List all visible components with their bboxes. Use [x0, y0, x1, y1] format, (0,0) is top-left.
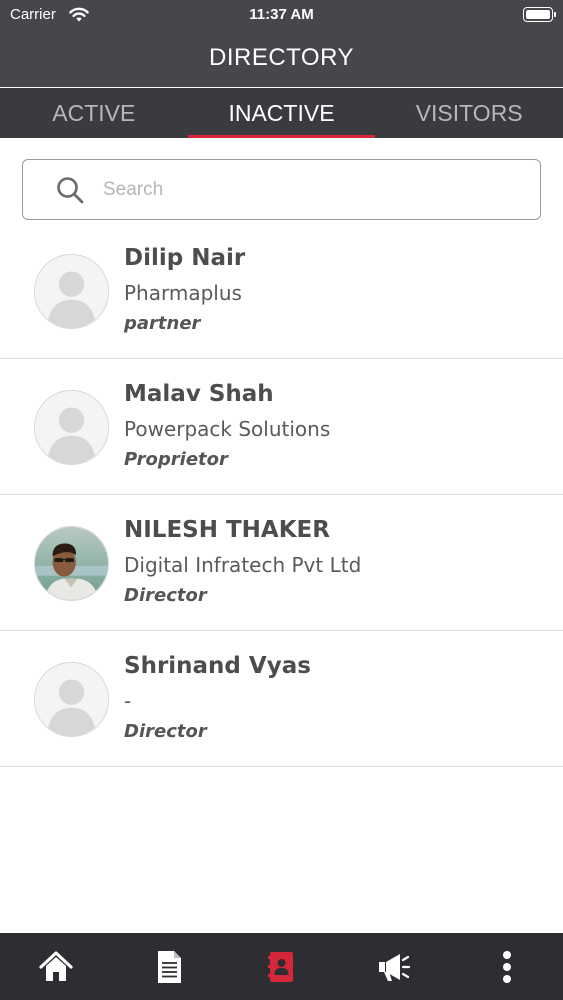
search-input[interactable] — [103, 172, 523, 208]
battery-tip — [554, 12, 556, 17]
contact-name: NILESH THAKER — [124, 517, 330, 543]
document-icon — [157, 950, 181, 983]
tab-visitors[interactable]: VISITORS — [375, 88, 563, 138]
contact-row[interactable]: Dilip Nair Pharmaplus partner — [0, 223, 563, 359]
tab-inactive[interactable]: INACTIVE — [187, 88, 376, 138]
contact-role: partner — [124, 313, 201, 334]
contact-company: - — [124, 689, 132, 713]
bottom-nav — [0, 933, 563, 1000]
nav-documents[interactable] — [113, 933, 226, 1000]
search-icon — [57, 177, 84, 204]
search-box[interactable] — [22, 159, 541, 220]
tab-bar: ACTIVE INACTIVE VISITORS — [0, 88, 563, 138]
contact-row[interactable]: Malav Shah Powerpack Solutions Proprieto… — [0, 359, 563, 495]
clock: 11:37 AM — [249, 6, 314, 23]
more-vertical-icon — [502, 950, 511, 983]
contact-company: Digital Infratech Pvt Ltd — [124, 553, 362, 577]
page-title: DIRECTORY — [209, 44, 354, 71]
contact-company: Powerpack Solutions — [124, 417, 331, 441]
avatar — [34, 526, 109, 601]
avatar — [34, 390, 109, 465]
contact-company: Pharmaplus — [124, 281, 242, 305]
app-header: Carrier 11:37 AM DIRECTORY — [0, 0, 563, 87]
person-placeholder-icon — [35, 663, 108, 736]
home-icon — [39, 950, 73, 981]
contact-role: Proprietor — [124, 449, 228, 470]
contact-name: Dilip Nair — [124, 245, 246, 271]
status-bar: Carrier 11:37 AM — [0, 0, 563, 30]
nav-home[interactable] — [0, 933, 113, 1000]
megaphone-icon — [379, 953, 411, 981]
contact-name: Shrinand Vyas — [124, 653, 311, 679]
profile-photo — [35, 527, 108, 600]
person-placeholder-icon — [35, 391, 108, 464]
battery-icon — [523, 7, 553, 22]
contact-list: Dilip Nair Pharmaplus partner Malav Shah… — [0, 223, 563, 767]
nav-more[interactable] — [450, 933, 563, 1000]
directory-icon — [268, 951, 294, 982]
tab-active[interactable]: ACTIVE — [0, 88, 188, 138]
contact-role: Director — [124, 585, 207, 606]
contact-row[interactable]: Shrinand Vyas - Director — [0, 631, 563, 767]
contact-row[interactable]: NILESH THAKER Digital Infratech Pvt Ltd … — [0, 495, 563, 631]
contact-role: Director — [124, 721, 207, 742]
person-placeholder-icon — [35, 255, 108, 328]
avatar — [34, 254, 109, 329]
nav-directory[interactable] — [225, 933, 338, 1000]
avatar — [34, 662, 109, 737]
nav-announcements[interactable] — [338, 933, 451, 1000]
contact-name: Malav Shah — [124, 381, 274, 407]
